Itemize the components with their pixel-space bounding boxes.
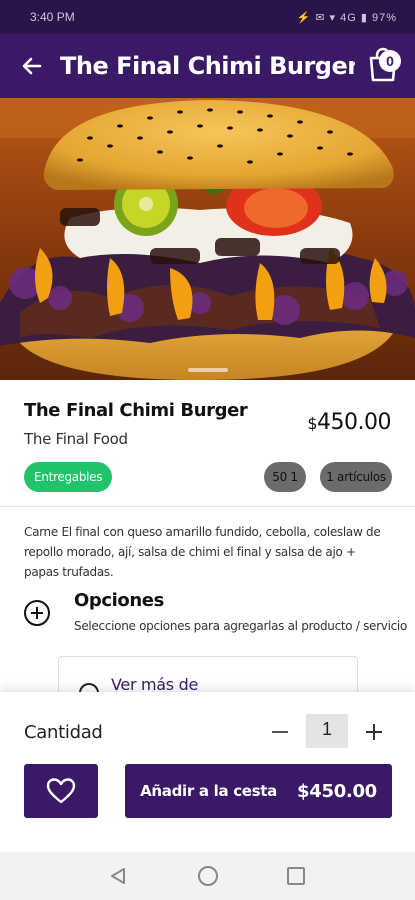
status-time: 3:40 PM bbox=[30, 10, 75, 24]
store-name: The Final Food bbox=[24, 430, 128, 448]
status-bar: 3:40 PM ⚡ ✉ ▾ 4G ▮ 97% bbox=[0, 0, 415, 34]
nav-home-icon[interactable] bbox=[198, 866, 218, 886]
heart-icon bbox=[46, 778, 76, 804]
back-button[interactable] bbox=[14, 50, 50, 82]
options-subtitle: Seleccione opciones para agregarlas al p… bbox=[74, 619, 407, 633]
favorite-button[interactable] bbox=[24, 764, 98, 818]
page-title: The Final Chimi Burger bbox=[60, 52, 355, 80]
cart-count-badge: 0 bbox=[379, 50, 401, 72]
options-section[interactable]: Opciones Seleccione opciones para agrega… bbox=[0, 588, 415, 648]
product-name: The Final Chimi Burger bbox=[24, 400, 248, 421]
app-bar: The Final Chimi Burger 0 bbox=[0, 34, 415, 98]
product-description: Carne El final con queso amarillo fundid… bbox=[24, 525, 381, 579]
cart-button[interactable]: 0 bbox=[365, 46, 405, 86]
plus-circle-icon bbox=[24, 600, 50, 626]
product-image bbox=[0, 98, 415, 380]
add-to-cart-panel: Cantidad 1 Añadir a la cesta $450.00 bbox=[0, 692, 415, 852]
nav-back-icon[interactable] bbox=[108, 866, 128, 886]
price-currency: $ bbox=[307, 414, 318, 433]
divider bbox=[0, 506, 415, 507]
quantity-value[interactable]: 1 bbox=[306, 714, 348, 748]
quantity-label: Cantidad bbox=[24, 722, 103, 743]
add-to-cart-button[interactable]: Añadir a la cesta $450.00 bbox=[125, 764, 392, 818]
quantity-increase-button[interactable] bbox=[360, 718, 388, 746]
back-arrow-icon bbox=[22, 57, 42, 75]
items-count-chip: 1 artículos bbox=[320, 462, 392, 492]
nav-recents-icon[interactable] bbox=[287, 867, 305, 885]
price-amount: 450.00 bbox=[317, 410, 391, 435]
options-title: Opciones bbox=[74, 590, 164, 611]
product-price: $450.00 bbox=[307, 410, 391, 435]
quantity-decrease-button[interactable] bbox=[266, 718, 294, 746]
add-to-cart-price: $450.00 bbox=[297, 780, 377, 802]
status-icons: ⚡ ✉ ▾ 4G ▮ 97% bbox=[296, 11, 397, 24]
add-to-cart-label: Añadir a la cesta bbox=[140, 782, 278, 800]
deliverable-badge: Entregables bbox=[24, 462, 113, 492]
image-pager-indicator bbox=[188, 368, 228, 372]
product-code-chip: 50 1 bbox=[264, 462, 306, 492]
system-nav-bar bbox=[0, 852, 415, 900]
